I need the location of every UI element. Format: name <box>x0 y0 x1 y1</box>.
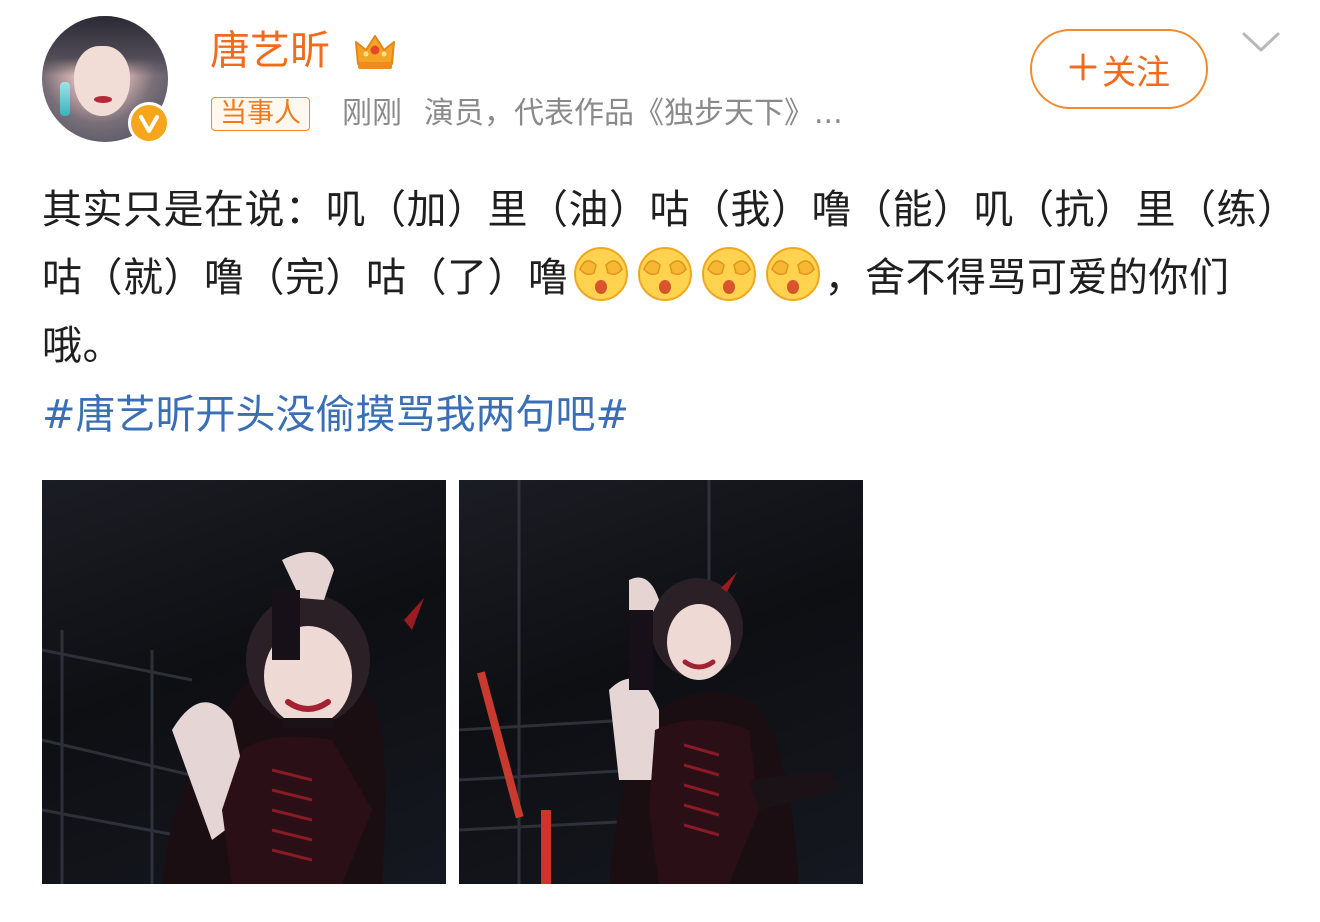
verified-badge-icon <box>128 102 170 144</box>
user-description: 演员，代表作品《独步天下》... <box>424 96 843 131</box>
hashtag-link[interactable]: #唐艺昕开头没偷摸骂我两句吧# <box>42 381 629 449</box>
chevron-down-icon[interactable] <box>1238 28 1284 58</box>
covering-face-emoji-icon <box>572 245 630 303</box>
follow-label: 关注 <box>1102 52 1170 93</box>
covering-face-emoji-icon <box>764 245 822 303</box>
covering-face-emoji-icon <box>636 245 694 303</box>
post-meta: 刚刚 演员，代表作品《独步天下》... <box>342 94 843 134</box>
username[interactable]: 唐艺昕 <box>210 26 330 76</box>
plus-icon <box>1068 49 1098 89</box>
post-time: 刚刚 <box>342 96 402 131</box>
follow-button[interactable]: 关注 <box>1030 29 1208 109</box>
post-photo-1[interactable] <box>42 480 446 884</box>
covering-face-emoji-icon <box>700 245 758 303</box>
crown-icon <box>352 30 398 72</box>
post-photo-2[interactable] <box>459 480 863 884</box>
post-text: 其实只是在说：叽（加）里（油）咕（我）噜（能）叽（抗）里（练）咕（就）噜（完）咕… <box>42 176 1282 380</box>
status-badge: 当事人 <box>211 97 310 131</box>
